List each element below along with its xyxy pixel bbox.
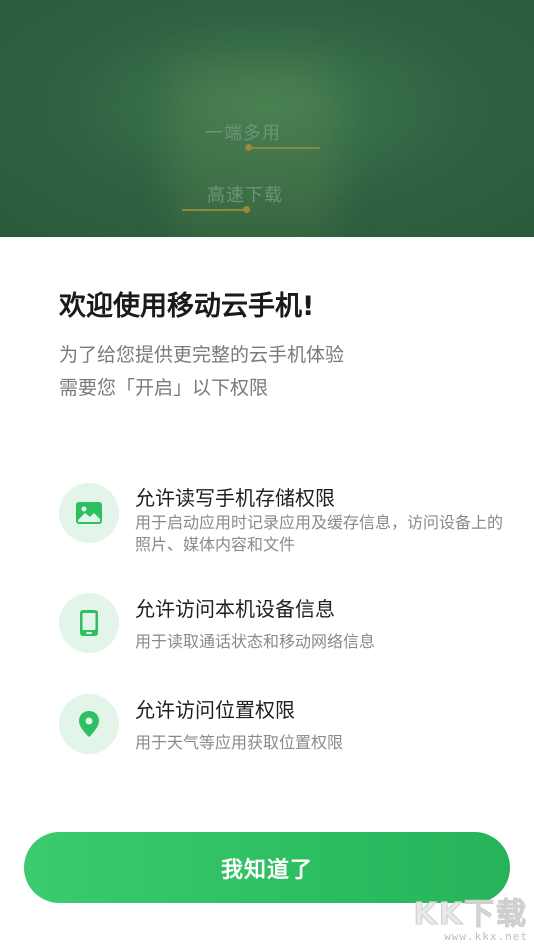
hero-feature-fast-download: 高速下载 <box>207 185 283 206</box>
image-icon <box>59 483 119 543</box>
hero-dot-2 <box>243 206 250 213</box>
location-pin-icon <box>59 694 119 754</box>
hero-dot-1 <box>245 144 252 151</box>
welcome-title: 欢迎使用移动云手机! <box>59 291 315 322</box>
hero-line-1 <box>248 147 320 149</box>
permission-title: 允许访问位置权限 <box>135 698 295 722</box>
permission-description: 用于读取通话状态和移动网络信息 <box>135 632 376 651</box>
watermark: KK下载 www.kkx.net <box>413 897 529 943</box>
permission-description: 用于天气等应用获取位置权限 <box>135 733 344 752</box>
confirm-button[interactable]: 我知道了 <box>24 832 510 903</box>
permission-description: 用于启动应用时记录应用及缓存信息，访问设备上的照片、媒体内容和文件 <box>135 513 504 554</box>
hero-feature-multi-device: 一端多用 <box>205 123 281 144</box>
phone-device-icon <box>59 593 119 653</box>
welcome-subtitle-line-1: 为了给您提供更完整的云手机体验 <box>59 344 345 366</box>
hero-banner: 一端多用 高速下载 <box>0 0 534 237</box>
welcome-subtitle-line-2: 需要您「开启」以下权限 <box>59 377 269 399</box>
permission-title: 允许访问本机设备信息 <box>135 597 335 621</box>
permission-title: 允许读写手机存储权限 <box>135 486 335 510</box>
hero-line-2 <box>182 209 248 211</box>
watermark-logo: KK下载 <box>413 897 528 932</box>
